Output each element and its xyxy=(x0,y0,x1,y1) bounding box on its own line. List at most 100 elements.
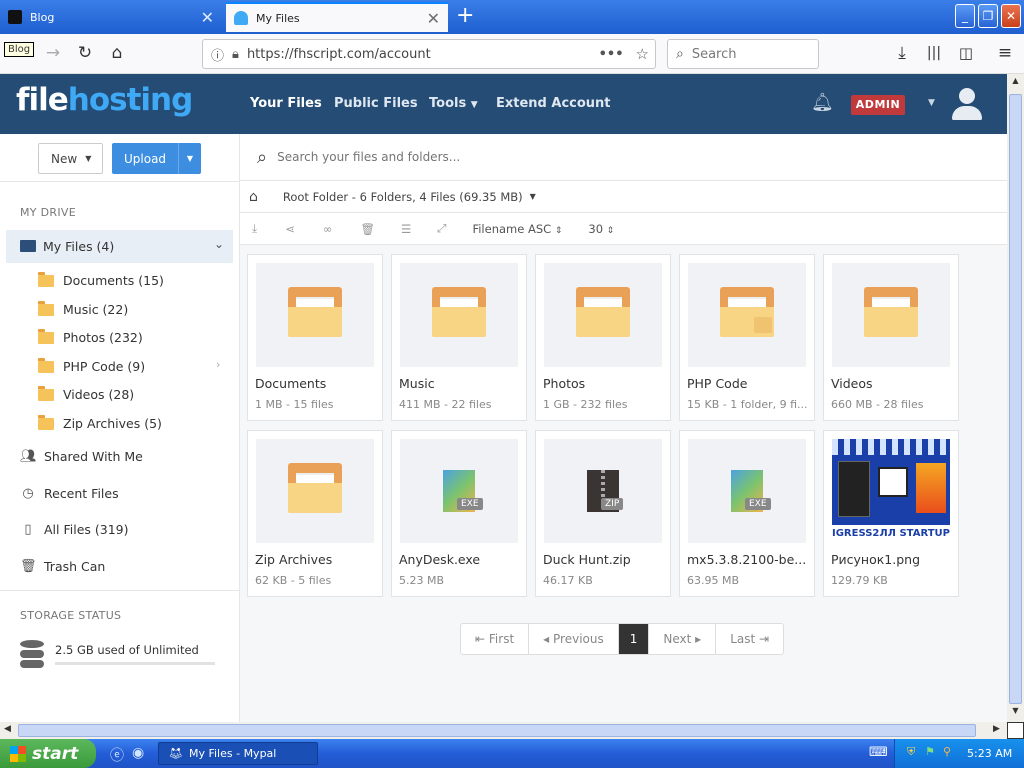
previous-page-button[interactable]: ◂ Previous xyxy=(529,624,619,654)
sidebar-item-all-files[interactable]: ▯ All Files (319) xyxy=(20,522,128,537)
info-icon[interactable]: ⓘ xyxy=(211,45,224,64)
search-icon[interactable]: ⚲ xyxy=(943,745,951,758)
trash-icon[interactable]: 🗑︎ xyxy=(360,222,375,236)
chevron-down-icon[interactable]: ⌄ xyxy=(214,237,224,251)
start-button[interactable]: start xyxy=(0,739,96,768)
sort-select[interactable]: Filename ASC ⇕ xyxy=(472,222,562,236)
library-icon[interactable]: ||| xyxy=(921,42,947,66)
file-card-duck-hunt[interactable]: ZIP Duck Hunt.zip 46.17 KB xyxy=(535,430,671,597)
upload-button[interactable]: Upload ▼ xyxy=(112,143,201,174)
bell-icon[interactable]: 🔔︎ xyxy=(811,92,834,113)
nav-extend-account[interactable]: Extend Account xyxy=(496,96,611,111)
network-icon[interactable]: ⚑ xyxy=(925,745,935,758)
avatar[interactable] xyxy=(952,88,982,120)
nav-tools[interactable]: Tools ▼ xyxy=(429,96,478,111)
ie-icon[interactable]: ⓔ xyxy=(110,745,124,765)
browser-icon[interactable]: ◉ xyxy=(132,745,144,761)
file-card-documents[interactable]: Documents 1 MB - 15 files xyxy=(247,254,383,421)
first-page-button[interactable]: ⇤ First xyxy=(461,624,530,654)
last-page-button[interactable]: Last ⇥ xyxy=(716,624,783,654)
home-icon[interactable]: ⌂ xyxy=(104,42,130,66)
sidebar-toggle-icon[interactable]: ◫ xyxy=(953,42,979,66)
close-window-button[interactable]: ✕ xyxy=(1001,4,1021,28)
caret-down-icon[interactable]: ▼ xyxy=(928,98,935,108)
sidebar-item-shared[interactable]: 👥︎ Shared With Me xyxy=(20,449,143,464)
file-name: Documents xyxy=(255,376,327,391)
fullscreen-icon[interactable]: ⤢ xyxy=(437,221,446,236)
taskbar-window-button[interactable]: 🦊︎ My Files - Mypal xyxy=(158,742,318,765)
download-icon[interactable]: ⤓ xyxy=(252,221,257,236)
sidebar-item-trash[interactable]: 🗑︎ Trash Can xyxy=(20,559,105,574)
new-tab-button[interactable]: + xyxy=(456,3,474,28)
file-search-input[interactable] xyxy=(277,150,778,164)
scroll-down-icon[interactable]: ▼ xyxy=(1009,706,1022,720)
previous-label: Previous xyxy=(553,632,604,646)
sidebar-item-my-files[interactable]: My Files (4) ⌄ xyxy=(6,230,233,263)
file-card-zip-archives[interactable]: Zip Archives 62 KB - 5 files xyxy=(247,430,383,597)
tab-blog[interactable]: Blog ✕ xyxy=(0,2,222,32)
caret-down-icon[interactable]: ▼ xyxy=(530,192,536,201)
tab-my-files[interactable]: My Files ✕ xyxy=(226,2,448,32)
close-tab-icon[interactable]: ✕ xyxy=(201,8,214,27)
share-icon[interactable]: ⋖ xyxy=(285,222,295,236)
link-icon[interactable]: ∞ xyxy=(323,222,333,236)
logo[interactable]: filehosting xyxy=(16,82,193,118)
download-icon[interactable]: ⤓ xyxy=(889,42,915,66)
nav-your-files[interactable]: Your Files xyxy=(250,96,322,111)
breadcrumb-label[interactable]: Root Folder - 6 Folders, 4 Files (69.35 … xyxy=(283,190,523,204)
sidebar-item-music[interactable]: Music (22) xyxy=(38,300,128,317)
page-actions-icon[interactable]: ••• xyxy=(599,47,624,62)
restore-button[interactable]: ❐ xyxy=(978,4,998,28)
database-icon xyxy=(20,640,44,670)
home-icon[interactable]: ⌂ xyxy=(249,189,258,205)
caret-down-icon: ▼ xyxy=(470,100,478,110)
horizontal-scrollbar[interactable]: ◀ ▶ xyxy=(0,722,1007,739)
sidebar-item-documents[interactable]: Documents (15) xyxy=(38,271,164,288)
scroll-thumb[interactable] xyxy=(1009,94,1022,704)
caret-down-icon[interactable]: ▼ xyxy=(177,143,201,174)
sidebar-item-zip-archives[interactable]: Zip Archives (5) xyxy=(38,414,162,431)
scroll-left-icon[interactable]: ◀ xyxy=(4,724,11,734)
file-card-image[interactable]: IGRESS2ЛЛ STARTUP/SHUTDOWN Рисунок1.png … xyxy=(823,430,959,597)
scroll-up-icon[interactable]: ▲ xyxy=(1009,76,1022,90)
new-button[interactable]: New ▼ xyxy=(38,143,103,174)
bookmark-star-icon[interactable]: ☆ xyxy=(636,45,649,63)
minimize-button[interactable]: _ xyxy=(955,4,975,28)
url-scheme: https:// xyxy=(246,46,294,62)
keyboard-icon[interactable]: ⌨ xyxy=(869,745,888,760)
new-button-label: New xyxy=(51,151,78,166)
file-card-photos[interactable]: Photos 1 GB - 232 files xyxy=(535,254,671,421)
file-meta: 46.17 KB xyxy=(543,574,593,587)
file-card-videos[interactable]: Videos 660 MB - 28 files xyxy=(823,254,959,421)
scroll-thumb[interactable] xyxy=(18,724,976,737)
sidebar-item-recent[interactable]: ◷ Recent Files xyxy=(20,486,118,501)
file-card-anydesk[interactable]: EXE AnyDesk.exe 5.23 MB xyxy=(391,430,527,597)
page-1-button[interactable]: 1 xyxy=(618,624,650,654)
sidebar-item-videos[interactable]: Videos (28) xyxy=(38,385,134,402)
file-card-php-code[interactable]: PHP Code 15 KB - 1 folder, 9 fi... xyxy=(679,254,815,421)
vertical-scrollbar[interactable]: ▲ ▼ xyxy=(1007,74,1024,722)
admin-badge[interactable]: ADMIN xyxy=(851,95,905,115)
shield-icon[interactable]: ⛨ xyxy=(907,745,915,759)
system-tray: ⛨ ⚑ ⚲ 5:23 AM xyxy=(894,739,1024,768)
close-tab-icon[interactable]: ✕ xyxy=(427,9,440,28)
tab-bar: Blog ✕ My Files ✕ + _ ❐ ✕ xyxy=(0,0,1024,34)
nav-public-files[interactable]: Public Files xyxy=(334,96,418,111)
menu-icon[interactable]: ≡ xyxy=(992,42,1018,66)
logo-part-file: file xyxy=(16,82,69,118)
url-bar[interactable]: ⓘ 🔒︎ https://fhscript.com/account ••• ☆ xyxy=(202,39,656,69)
sidebar-item-php-code[interactable]: PHP Code (9) xyxy=(38,357,145,374)
list-view-icon[interactable]: ☰ xyxy=(401,222,411,236)
chevron-right-icon[interactable]: › xyxy=(216,358,220,371)
per-page-select[interactable]: 30 ⇕ xyxy=(588,222,614,236)
file-card-music[interactable]: Music 411 MB - 22 files xyxy=(391,254,527,421)
reload-icon[interactable]: ↻ xyxy=(72,42,98,66)
sidebar-item-photos[interactable]: Photos (232) xyxy=(38,328,143,345)
clock[interactable]: 5:23 AM xyxy=(967,747,1012,760)
scroll-right-icon[interactable]: ▶ xyxy=(993,724,1000,734)
next-page-button[interactable]: Next ▸ xyxy=(649,624,717,654)
browser-search-input[interactable]: ⌕ Search xyxy=(667,39,819,69)
forward-icon[interactable]: → xyxy=(40,42,66,66)
folder-icon xyxy=(38,414,54,430)
file-card-mx5[interactable]: EXE mx5.3.8.2100-be... 63.95 MB xyxy=(679,430,815,597)
